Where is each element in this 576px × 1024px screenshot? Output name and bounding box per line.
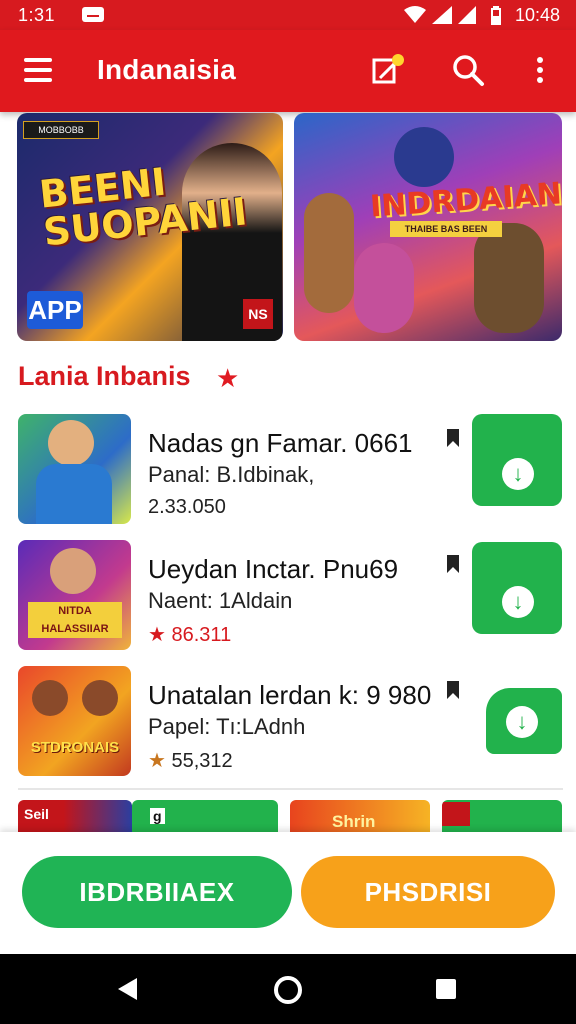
list-item[interactable]: NITDA HALASSIIAR Ueydan Inctar. Pnu69 Na…: [18, 540, 563, 652]
star-icon: ★: [148, 624, 172, 646]
system-nav-bar: [0, 954, 576, 1024]
item-count: ★ 55,312: [148, 748, 233, 773]
recents-icon[interactable]: [436, 979, 456, 999]
section-title: Lania Inbanis: [18, 361, 191, 391]
signal-icon: [432, 6, 452, 24]
app-thumbnail: STDRONAIS: [18, 666, 131, 776]
strip-card-label: g: [150, 808, 165, 824]
search-icon[interactable]: [450, 52, 486, 88]
hero-figure: [394, 127, 454, 187]
download-icon: [502, 586, 534, 618]
download-button[interactable]: [486, 688, 562, 754]
download-button[interactable]: [472, 542, 562, 634]
list-item[interactable]: Nadas gn Famar. 0661 Panal: B.Idbinak, 2…: [18, 414, 563, 526]
item-title: Unatalan lerdan k: 9 980: [148, 680, 432, 710]
app-thumbnail: NITDA HALASSIIAR: [18, 540, 131, 650]
hero-figure: [354, 243, 414, 333]
thumb-label: STDRONAIS: [30, 739, 120, 756]
hero-figure: [474, 223, 544, 333]
app-thumbnail: [18, 414, 131, 524]
strip-card[interactable]: [442, 800, 562, 832]
strip-card-label: [442, 802, 470, 826]
featured-banner-1[interactable]: MOBBOBB BEENI SUOPANII APP NS: [17, 113, 283, 341]
message-icon: [82, 7, 104, 22]
strip-card[interactable]: Seil: [18, 800, 132, 832]
item-count: 2.33.050: [148, 496, 226, 518]
strip-card-label: Seil: [24, 806, 49, 822]
item-subtitle: Naent: 1Aldain: [148, 588, 293, 613]
item-title: Nadas gn Famar. 0661: [148, 428, 413, 458]
banner-tag: APP: [27, 291, 83, 329]
secondary-button[interactable]: PHSDRISI: [301, 856, 555, 928]
bookmark-icon[interactable]: [446, 554, 460, 574]
bookmark-icon[interactable]: [446, 428, 460, 448]
item-subtitle: Panal: B.Idbinak,: [148, 462, 315, 487]
app-bar: Indanaisia: [0, 30, 576, 112]
strip-card[interactable]: Shrin: [290, 800, 430, 832]
more-vert-icon[interactable]: [522, 52, 558, 88]
edit-badge-icon[interactable]: [370, 52, 406, 88]
item-count-value: 55,312: [171, 750, 233, 772]
hero-figure: [304, 193, 354, 313]
status-clock: 10:48: [514, 5, 560, 25]
divider: [18, 788, 563, 790]
battery-icon: [491, 6, 501, 25]
banner-logo: NS: [243, 299, 273, 329]
download-icon: [506, 706, 538, 738]
status-time: 1:31: [18, 5, 56, 25]
menu-icon[interactable]: [24, 58, 52, 82]
strip-card-label: Shrin: [332, 812, 376, 831]
strip-card[interactable]: g: [132, 800, 278, 832]
banner-title: INDRDAIAN: [369, 176, 562, 225]
bottom-action-bar: IBDRBIIAEX PHSDRISI: [0, 832, 576, 954]
item-count-value: 86.311: [171, 624, 232, 646]
wifi-icon: [404, 6, 426, 23]
status-bar: 1:31 10:48: [0, 0, 576, 30]
banner-badge: MOBBOBB: [23, 121, 99, 139]
home-icon[interactable]: [274, 976, 302, 1004]
banner-subtitle: THAIBE BAS BEEN: [390, 221, 502, 237]
star-icon: ★: [216, 363, 240, 393]
signal-icon: [458, 6, 476, 24]
app-title: Indanaisia: [97, 54, 236, 85]
item-count: ★ 86.311: [148, 622, 231, 647]
star-icon: ★: [148, 750, 172, 772]
item-title: Ueydan Inctar. Pnu69: [148, 554, 399, 584]
bookmark-icon[interactable]: [446, 680, 460, 700]
thumb-label: NITDA HALASSIIAR: [28, 602, 122, 638]
featured-banner-2[interactable]: INDRDAIAN THAIBE BAS BEEN: [294, 113, 562, 341]
download-button[interactable]: [472, 414, 562, 506]
list-item[interactable]: STDRONAIS Unatalan lerdan k: 9 980 Papel…: [18, 666, 563, 778]
download-icon: [502, 458, 534, 490]
primary-button[interactable]: IBDRBIIAEX: [22, 856, 292, 928]
item-subtitle: Papel: Tı:LAdnh: [148, 714, 306, 739]
back-icon[interactable]: [118, 978, 137, 1000]
